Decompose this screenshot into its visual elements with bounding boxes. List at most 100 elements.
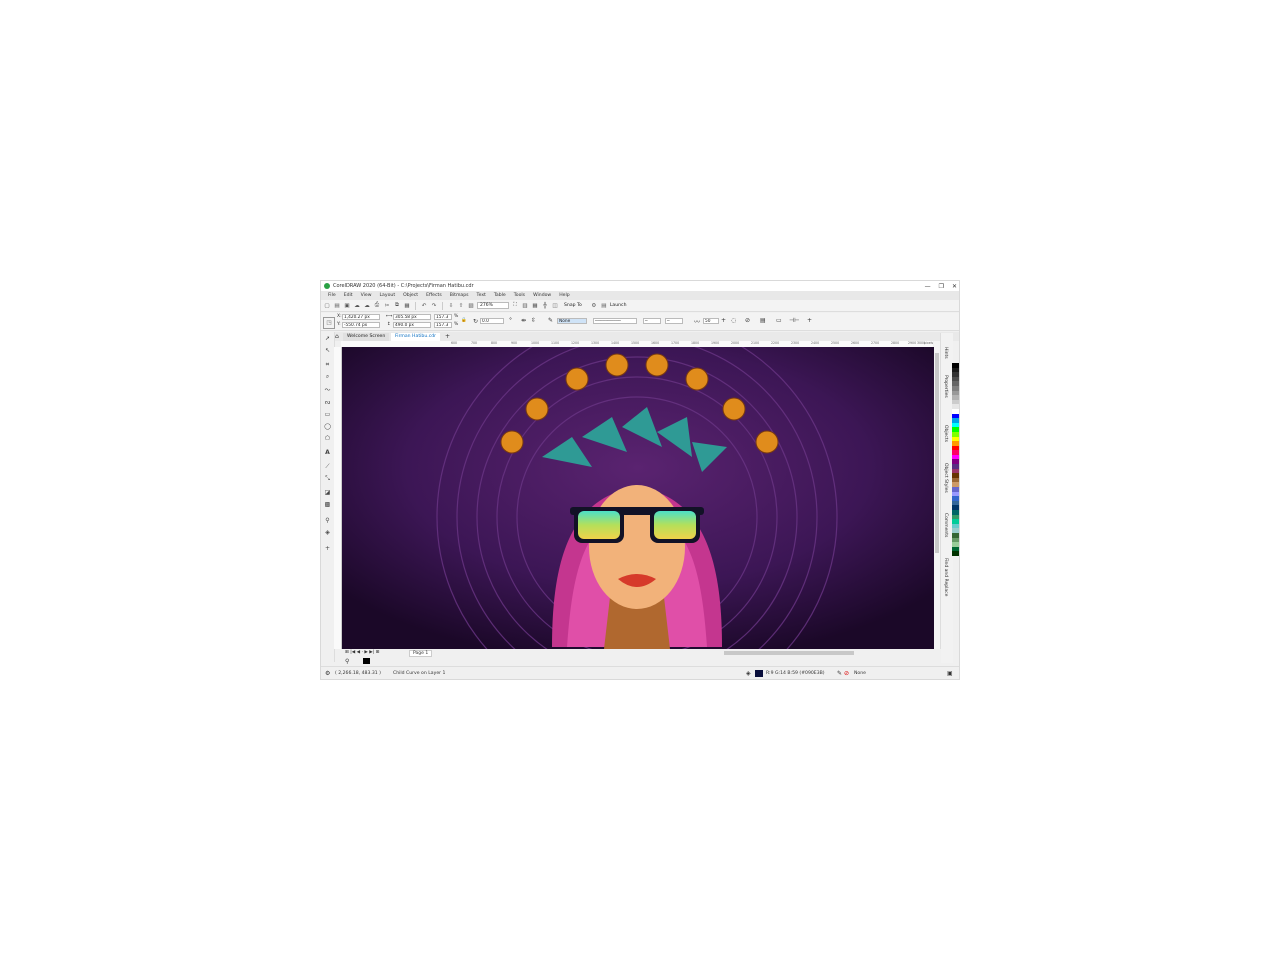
outline-width-combo[interactable]: None [557,318,587,324]
to-front-icon[interactable]: ▭ [776,317,782,324]
guidelines-icon[interactable]: ╬ [541,302,549,310]
connector-tool-icon[interactable]: ⤡ [323,474,332,483]
wrap-text-icon[interactable]: ▤ [760,317,766,324]
docker-objects[interactable]: Objects [943,425,948,442]
display-icon[interactable]: ▣ [947,670,953,677]
snap-icon[interactable]: ◫ [551,302,559,310]
cut-icon[interactable]: ✂ [383,302,391,310]
menu-edit[interactable]: Edit [340,293,357,298]
curve-smoothing-field[interactable]: 50 [703,318,719,324]
page-nav-controls[interactable]: ⊞ |◀ ◀ · ▶ ▶| ⊞ [345,650,379,655]
menu-file[interactable]: File [324,293,340,298]
menu-effects[interactable]: Effects [422,293,446,298]
menu-help[interactable]: Help [555,293,573,298]
crop-tool-icon[interactable]: ⌗ [323,360,332,369]
drawing-canvas[interactable] [342,347,934,649]
end-arrow-combo[interactable]: ─ [665,318,683,324]
paste-icon[interactable]: ▦ [403,302,411,310]
tab-document[interactable]: Firman Hatibu.cdr [391,333,441,341]
vertical-ruler[interactable] [334,347,342,649]
minimize-button[interactable]: — [925,283,931,290]
undo-icon[interactable]: ↶ [420,302,428,310]
menu-window[interactable]: Window [529,293,555,298]
eyedropper-icon[interactable]: ⚲ [345,658,349,665]
drop-shadow-icon[interactable]: ◪ [323,488,332,497]
scale-width-field[interactable]: 157.3 [434,314,452,320]
new-document-icon[interactable]: ▢ [323,302,331,310]
menu-view[interactable]: View [357,293,376,298]
freehand-tool-icon[interactable]: 〜 [323,386,332,395]
docker-comments[interactable]: Comments [943,513,948,537]
cloud-open-icon[interactable]: ☁ [353,302,361,310]
document-color-swatch[interactable] [363,658,370,664]
x-position-field[interactable]: 1,420.27 px [342,314,380,320]
launch-icon[interactable]: ▤ [600,302,608,310]
docker-hints[interactable]: Hints [943,347,948,359]
polygon-tool-icon[interactable]: ⬠ [323,434,332,443]
show-rulers-icon[interactable]: ▥ [521,302,529,310]
launch-dropdown[interactable]: Launch [610,303,627,308]
line-style-combo[interactable]: ────────── [593,318,637,324]
shape-tool-icon[interactable]: ↖ [323,346,332,355]
mirror-vertical-icon[interactable]: ⇳ [531,317,536,324]
close-button[interactable]: ✕ [952,283,957,290]
increment-icon[interactable]: + [721,317,726,324]
lock-ratio-icon[interactable]: 🔒 [461,318,467,323]
pick-tool-icon[interactable]: ➚ [323,334,332,343]
settings-gear-icon[interactable]: ⚙ [325,670,330,677]
cloud-save-icon[interactable]: ☁ [363,302,371,310]
snap-to-dropdown[interactable]: Snap To [561,303,588,308]
menu-bitmaps[interactable]: Bitmaps [446,293,473,298]
eyedropper-tool-icon[interactable]: ⚲ [323,516,332,525]
docker-object-styles[interactable]: Object Styles [943,463,948,493]
rectangle-tool-icon[interactable]: ▭ [323,410,332,419]
transparency-tool-icon[interactable]: ▩ [323,500,332,509]
align-icon[interactable]: ⊣⊢ [789,317,799,324]
menu-text[interactable]: Text [473,293,490,298]
home-icon[interactable]: ⌂ [335,333,339,340]
show-grid-icon[interactable]: ▦ [531,302,539,310]
palette-swatch[interactable] [952,551,959,556]
menu-layout[interactable]: Layout [376,293,400,298]
tab-welcome-screen[interactable]: Welcome Screen [343,333,390,341]
interactive-fill-icon[interactable]: ◈ [323,528,332,537]
extract-subpath-icon[interactable]: ⊘ [745,317,750,324]
artistic-media-icon[interactable]: ᔓ [323,398,332,407]
zoom-combo[interactable]: 276% [477,302,509,309]
restore-button[interactable]: ❐ [939,283,944,290]
publish-pdf-icon[interactable]: ▧ [467,302,475,310]
parallel-dimension-icon[interactable]: ⟋ [323,462,332,471]
color-palette[interactable] [952,363,959,653]
fill-color-swatch[interactable] [755,670,763,677]
menu-object[interactable]: Object [399,293,422,298]
object-origin-icon[interactable]: ◳ [323,317,335,329]
export-icon[interactable]: ⇧ [457,302,465,310]
page-1-tab[interactable]: Page 1 [409,650,433,657]
docker-properties[interactable]: Properties [943,375,948,398]
outline-pen-icon[interactable]: ✎ [548,317,553,324]
horizontal-scrollbar-thumb[interactable] [724,651,854,655]
redo-icon[interactable]: ↷ [430,302,438,310]
height-field[interactable]: 490.0 px [393,322,431,328]
add-icon[interactable]: + [807,317,812,324]
import-icon[interactable]: ⇩ [447,302,455,310]
y-position-field[interactable]: -550.74 px [342,322,380,328]
mirror-horizontal-icon[interactable]: ⇹ [521,317,526,324]
add-tab-icon[interactable]: + [445,333,450,340]
add-tool-icon[interactable]: + [323,544,332,553]
start-arrow-combo[interactable]: ─ [643,318,661,324]
width-field[interactable]: 305.58 px [393,314,431,320]
scale-height-field[interactable]: 157.3 [434,322,452,328]
print-icon[interactable]: ⎙ [373,302,381,310]
docker-find-replace[interactable]: Find and Replace [943,558,948,596]
menu-tools[interactable]: Tools [510,293,529,298]
copy-icon[interactable]: ⧉ [393,302,401,310]
ellipse-tool-icon[interactable]: ◯ [323,422,332,431]
close-curve-icon[interactable]: ◌ [731,317,736,324]
rotation-angle-field[interactable]: 0.0 [480,318,504,324]
full-screen-icon[interactable]: ⛶ [511,302,519,310]
menu-table[interactable]: Table [490,293,510,298]
save-icon[interactable]: ▣ [343,302,351,310]
zoom-tool-icon[interactable]: ⌕ [323,372,332,381]
open-folder-icon[interactable]: ▤ [333,302,341,310]
